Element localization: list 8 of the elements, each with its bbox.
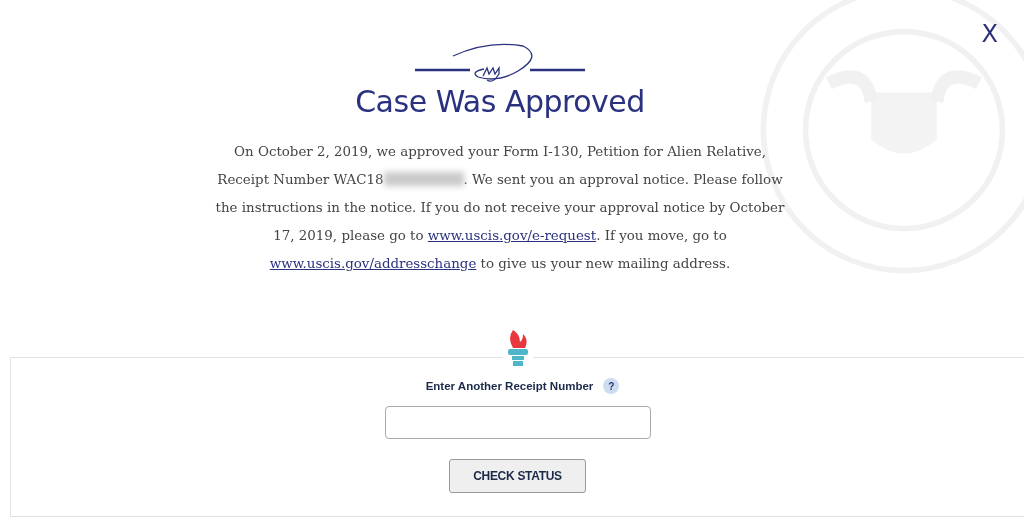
page-title: Case Was Approved (355, 84, 645, 120)
field-label: Enter Another Receipt Number (425, 380, 594, 392)
status-message: On October 2, 2019, we approved your Form I-130, Petition for Alien Relative, Receipt Number WAC18 . We sent you an approval notice. Please follow the instructions in the notice. If you do not receive your approval notice by October 17, 2019, please go to www.uscis.gov/e-request. If you move, go to www.uscis.gov/addresschange to give us your new mailing address. (214, 143, 786, 273)
help-button[interactable]: ? (603, 378, 620, 394)
close-button[interactable]: X (977, 20, 1002, 48)
check-status-button[interactable]: CHECK STATUS (449, 459, 586, 493)
link[interactable]: www.uscis.gov/addresschange (269, 256, 477, 271)
receipt-number-field[interactable] (384, 406, 651, 439)
